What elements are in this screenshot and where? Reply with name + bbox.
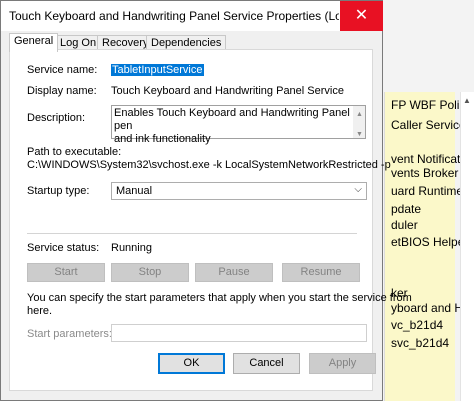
list-item[interactable]: svc_b21d4 [391,336,449,350]
pause-button[interactable]: Pause [195,263,273,282]
service-properties-dialog: Touch Keyboard and Handwriting Panel Ser… [0,0,412,401]
start-button[interactable]: Start [27,263,105,282]
title-bar: Touch Keyboard and Handwriting Panel Ser… [1,1,383,31]
description-field[interactable]: Enables Touch Keyboard and Handwriting P… [111,105,366,145]
services-scrollbar[interactable]: ▲ [460,92,474,401]
startup-type-label: Startup type: [27,185,90,197]
description-line-1: Enables Touch Keyboard and Handwriting P… [114,107,350,132]
start-params-label: Start parameters: [27,328,112,340]
path-label: Path to executable: [27,146,122,158]
list-item[interactable]: etBIOS Helper [391,235,468,249]
path-value[interactable]: C:\WINDOWS\System32\svchost.exe -k Local… [27,159,391,171]
service-name-value[interactable]: TabletInputService [111,64,204,76]
startup-type-select[interactable]: Manual ⌵ [111,182,367,200]
startup-type-value: Manual [116,185,153,197]
list-item[interactable]: vents Broker [391,166,458,180]
background-services-window: FP WBF Policy ... Caller Service vent No… [380,0,474,401]
start-params-info-line-1: You can specify the start parameters tha… [27,292,412,304]
start-params-input[interactable] [111,324,367,342]
display-name-label: Display name: [27,85,97,97]
start-params-info-line-2: here. [27,305,53,317]
service-name-text: TabletInputService [111,64,204,76]
close-icon: ✕ [354,7,369,24]
display-name-value[interactable]: Touch Keyboard and Handwriting Panel Ser… [111,85,344,97]
scroll-up-icon[interactable]: ▲ [463,96,471,105]
service-name-label: Service name: [27,64,98,76]
service-status-label: Service status: [27,242,100,254]
general-tab-page: Service name: TabletInputService Display… [9,49,412,391]
list-item[interactable]: pdate [391,202,421,216]
divider [27,233,357,234]
description-line-2: and ink functionality [114,133,211,145]
apply-button[interactable]: Apply [309,353,376,374]
cancel-button[interactable]: Cancel [233,353,300,374]
services-list: FP WBF Policy ... Caller Service vent No… [384,92,474,401]
list-item[interactable]: Caller Service [391,118,466,132]
stop-button[interactable]: Stop [111,263,189,282]
window-title: Touch Keyboard and Handwriting Panel Ser… [9,9,339,23]
description-label: Description: [27,112,86,124]
close-button[interactable]: ✕ [340,1,383,31]
chevron-down-icon: ⌵ [354,184,362,195]
scroll-down-icon[interactable]: ▼ [356,128,363,141]
scroll-up-icon[interactable]: ▲ [356,108,363,121]
resume-button[interactable]: Resume [282,263,360,282]
service-status-value: Running [111,242,152,254]
description-scrollbar[interactable]: ▲ ▼ [353,106,365,138]
ok-button[interactable]: OK [158,353,225,374]
list-item[interactable]: vc_b21d4 [391,318,443,332]
list-item[interactable]: duler [391,218,418,232]
tab-general[interactable]: General [9,33,59,52]
